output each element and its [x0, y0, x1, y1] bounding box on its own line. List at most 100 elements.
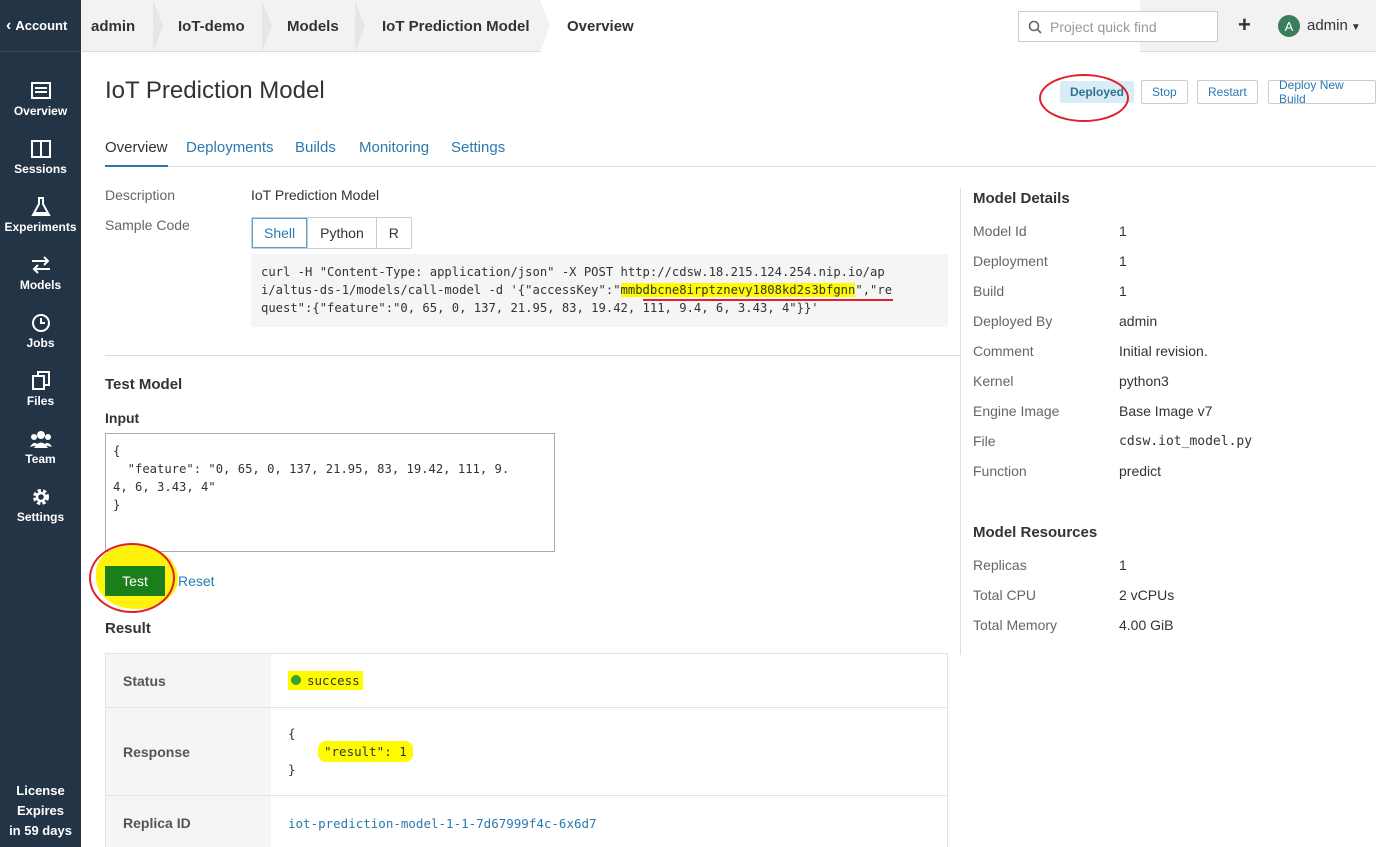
sidebar-item-sessions[interactable]: Sessions	[0, 128, 81, 186]
account-link[interactable]: ‹ Account	[0, 0, 81, 52]
sidebar-item-experiments[interactable]: Experiments	[0, 186, 81, 244]
license-notice: License Expires in 59 days	[9, 783, 72, 838]
restart-button[interactable]: Restart	[1197, 80, 1258, 104]
sessions-icon	[30, 139, 51, 158]
result-row-replica: Replica ID iot-prediction-model-1-1-7d67…	[106, 796, 947, 847]
test-input-textarea[interactable]: { "feature": "0, 65, 0, 137, 21.95, 83, …	[105, 433, 555, 552]
sidebar-item-settings[interactable]: Settings	[0, 476, 81, 534]
annotation-circle	[1039, 74, 1129, 122]
detail-value: cdsw.iot_model.py	[1119, 434, 1253, 449]
search-placeholder: Project quick find	[1050, 18, 1157, 35]
overview-icon	[30, 81, 51, 99]
tab-settings[interactable]: Settings	[451, 139, 505, 167]
swap-arrows-icon	[31, 255, 50, 274]
result-row-status: Status success	[106, 654, 947, 708]
detail-value: 1	[1119, 223, 1127, 239]
page-title: IoT Prediction Model	[105, 77, 325, 104]
detail-label: Comment	[973, 343, 1034, 359]
description-value: IoT Prediction Model	[251, 187, 380, 203]
sidebar-item-label: Settings	[16, 509, 65, 524]
sample-code-label: Sample Code	[105, 217, 190, 233]
sidebar-item-label: Files	[26, 393, 55, 408]
detail-value: Base Image v7	[1119, 403, 1213, 419]
deploy-new-build-button[interactable]: Deploy New Build	[1268, 78, 1376, 106]
sidebar-item-label: Overview	[13, 103, 68, 118]
avatar[interactable]: A	[1278, 15, 1300, 37]
annotation-circle	[89, 543, 175, 613]
team-icon	[29, 430, 52, 448]
breadcrumb-project[interactable]: IoT-demo	[178, 0, 245, 52]
sidebar-item-label: Models	[19, 277, 62, 292]
resource-label: Replicas	[973, 557, 1027, 573]
detail-label: Deployment	[973, 253, 1048, 269]
detail-label: Engine Image	[973, 403, 1060, 419]
language-shell[interactable]: Shell	[252, 218, 309, 248]
tab-monitoring[interactable]: Monitoring	[359, 139, 429, 167]
status-dot-icon	[291, 675, 301, 685]
project-search-input[interactable]: Project quick find	[1018, 11, 1218, 42]
caret-down-icon: ▼	[1350, 22, 1361, 33]
tab-builds[interactable]: Builds	[295, 139, 336, 167]
stop-button[interactable]: Stop	[1141, 80, 1188, 104]
access-key: mmbdbcne8irptznevy1808kd2s3bfgnn	[620, 283, 856, 297]
resource-value: 2 vCPUs	[1119, 587, 1175, 603]
clock-icon	[31, 313, 50, 332]
detail-label: Build	[973, 283, 1005, 299]
files-icon	[31, 370, 50, 390]
detail-value: 1	[1119, 283, 1127, 299]
language-r[interactable]: R	[376, 218, 411, 248]
sidebar-item-overview[interactable]: Overview	[0, 70, 81, 128]
gear-icon	[32, 488, 49, 505]
reset-link[interactable]: Reset	[178, 573, 215, 589]
model-details-title: Model Details	[973, 190, 1070, 207]
resource-value: 4.00 GiB	[1119, 617, 1174, 633]
sidebar-item-jobs[interactable]: Jobs	[0, 302, 81, 360]
breadcrumb-models[interactable]: Models	[287, 0, 339, 52]
resource-label: Total CPU	[973, 587, 1037, 603]
sidebar-item-files[interactable]: Files	[0, 360, 81, 418]
model-resources-title: Model Resources	[973, 524, 1098, 541]
status-value: success	[288, 671, 363, 690]
sidebar-item-label: Jobs	[26, 335, 55, 350]
sidebar-item-label: Team	[25, 451, 56, 466]
detail-value: python3	[1119, 373, 1169, 389]
detail-label: Model Id	[973, 223, 1027, 239]
search-icon	[1028, 20, 1042, 34]
detail-value: Initial revision.	[1119, 343, 1208, 359]
resource-value: 1	[1119, 557, 1127, 573]
tab-overview[interactable]: Overview	[105, 139, 168, 167]
replica-id-link[interactable]: iot-prediction-model-1-1-7d67999f4c-6x6d…	[271, 796, 947, 847]
user-menu[interactable]: admin ▼	[1307, 17, 1361, 34]
detail-label: Kernel	[973, 373, 1014, 389]
plus-icon[interactable]: +	[1238, 12, 1251, 38]
sidebar-item-team[interactable]: Team	[0, 418, 81, 476]
sidebar: ‹ Account Overview Sessions Experiments …	[0, 0, 81, 847]
top-bar: admin IoT-demo Models IoT Prediction Mod…	[81, 0, 1376, 52]
detail-label: Deployed By	[973, 313, 1053, 329]
sidebar-item-label: Sessions	[14, 161, 67, 176]
breadcrumb-admin[interactable]: admin	[91, 0, 135, 52]
detail-label: File	[973, 433, 996, 449]
detail-label: Function	[973, 463, 1027, 479]
chevron-left-icon: ‹	[6, 16, 12, 34]
language-selector: Shell Python R	[251, 217, 412, 249]
annotation-underline	[643, 299, 893, 301]
result-row-response: Response {"result": 1}	[106, 708, 947, 796]
detail-value: 1	[1119, 253, 1127, 269]
language-python[interactable]: Python	[308, 218, 377, 248]
account-label: Account	[15, 18, 68, 33]
sample-code-block: curl -H "Content-Type: application/json"…	[251, 254, 948, 327]
description-label: Description	[105, 187, 176, 203]
detail-value: predict	[1119, 463, 1162, 479]
result-title: Result	[105, 620, 151, 637]
breadcrumb-model[interactable]: IoT Prediction Model	[382, 0, 530, 52]
tab-deployments[interactable]: Deployments	[186, 139, 274, 167]
test-model-title: Test Model	[105, 376, 183, 393]
model-tabs: Overview Deployments Builds Monitoring S…	[105, 133, 1376, 167]
response-value: {"result": 1}	[288, 725, 413, 779]
input-label: Input	[105, 410, 140, 426]
result-table: Status success Response {"result": 1} Re…	[105, 653, 948, 847]
sidebar-item-models[interactable]: Models	[0, 244, 81, 302]
resource-label: Total Memory	[973, 617, 1058, 633]
flask-icon	[30, 196, 51, 216]
